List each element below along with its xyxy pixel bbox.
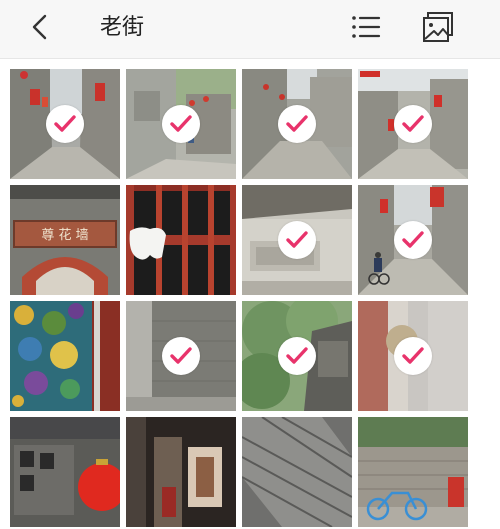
selected-check-badge[interactable] [394, 337, 432, 375]
photo-tile[interactable] [242, 69, 352, 179]
carved-sign-text: 尊 花 墙 [41, 227, 88, 243]
photo-tile[interactable] [358, 69, 468, 179]
selected-check-badge[interactable] [162, 337, 200, 375]
checkmark-icon [170, 347, 192, 364]
photo-tile[interactable] [10, 69, 120, 179]
photo-tile[interactable] [358, 301, 468, 411]
gallery-button[interactable] [421, 10, 455, 44]
photo-tile[interactable] [358, 417, 468, 527]
photo-thumbnail: 尊 花 墙 [10, 185, 120, 295]
photo-thumbnail [126, 417, 236, 527]
photo-gallery-icon [423, 12, 453, 42]
list-view-button[interactable] [350, 11, 382, 43]
top-bar: 老街 [0, 0, 500, 59]
checkmark-icon [286, 231, 308, 248]
photo-tile[interactable] [126, 69, 236, 179]
selected-check-badge[interactable] [394, 221, 432, 259]
checkmark-icon [402, 115, 424, 132]
photo-tile[interactable] [358, 185, 468, 295]
selected-check-badge[interactable] [278, 337, 316, 375]
photo-tile[interactable]: 尊 花 墙 [10, 185, 120, 295]
selected-check-badge[interactable] [162, 105, 200, 143]
photo-tile[interactable] [126, 417, 236, 527]
photo-tile[interactable] [242, 417, 352, 527]
page-title: 老街 [100, 14, 145, 39]
photo-thumbnail [10, 417, 120, 527]
chevron-left-icon [32, 14, 47, 40]
checkmark-icon [170, 115, 192, 132]
back-button[interactable] [24, 10, 58, 44]
checkmark-icon [402, 231, 424, 248]
checkmark-icon [286, 115, 308, 132]
checkmark-icon [286, 347, 308, 364]
selected-check-badge[interactable] [46, 105, 84, 143]
photo-tile[interactable] [126, 301, 236, 411]
photo-tile[interactable] [126, 185, 236, 295]
photo-thumbnail [242, 417, 352, 527]
photo-grid: 尊 花 墙 [10, 69, 470, 529]
photo-thumbnail [126, 185, 236, 295]
selected-check-badge[interactable] [278, 221, 316, 259]
selected-check-badge[interactable] [278, 105, 316, 143]
photo-thumbnail [358, 417, 468, 527]
photo-tile[interactable] [10, 301, 120, 411]
photo-tile[interactable] [10, 417, 120, 527]
photo-thumbnail [10, 301, 120, 411]
photo-tile[interactable] [242, 185, 352, 295]
selected-check-badge[interactable] [394, 105, 432, 143]
checkmark-icon [54, 115, 76, 132]
list-icon [352, 16, 381, 38]
checkmark-icon [402, 347, 424, 364]
photo-tile[interactable] [242, 301, 352, 411]
